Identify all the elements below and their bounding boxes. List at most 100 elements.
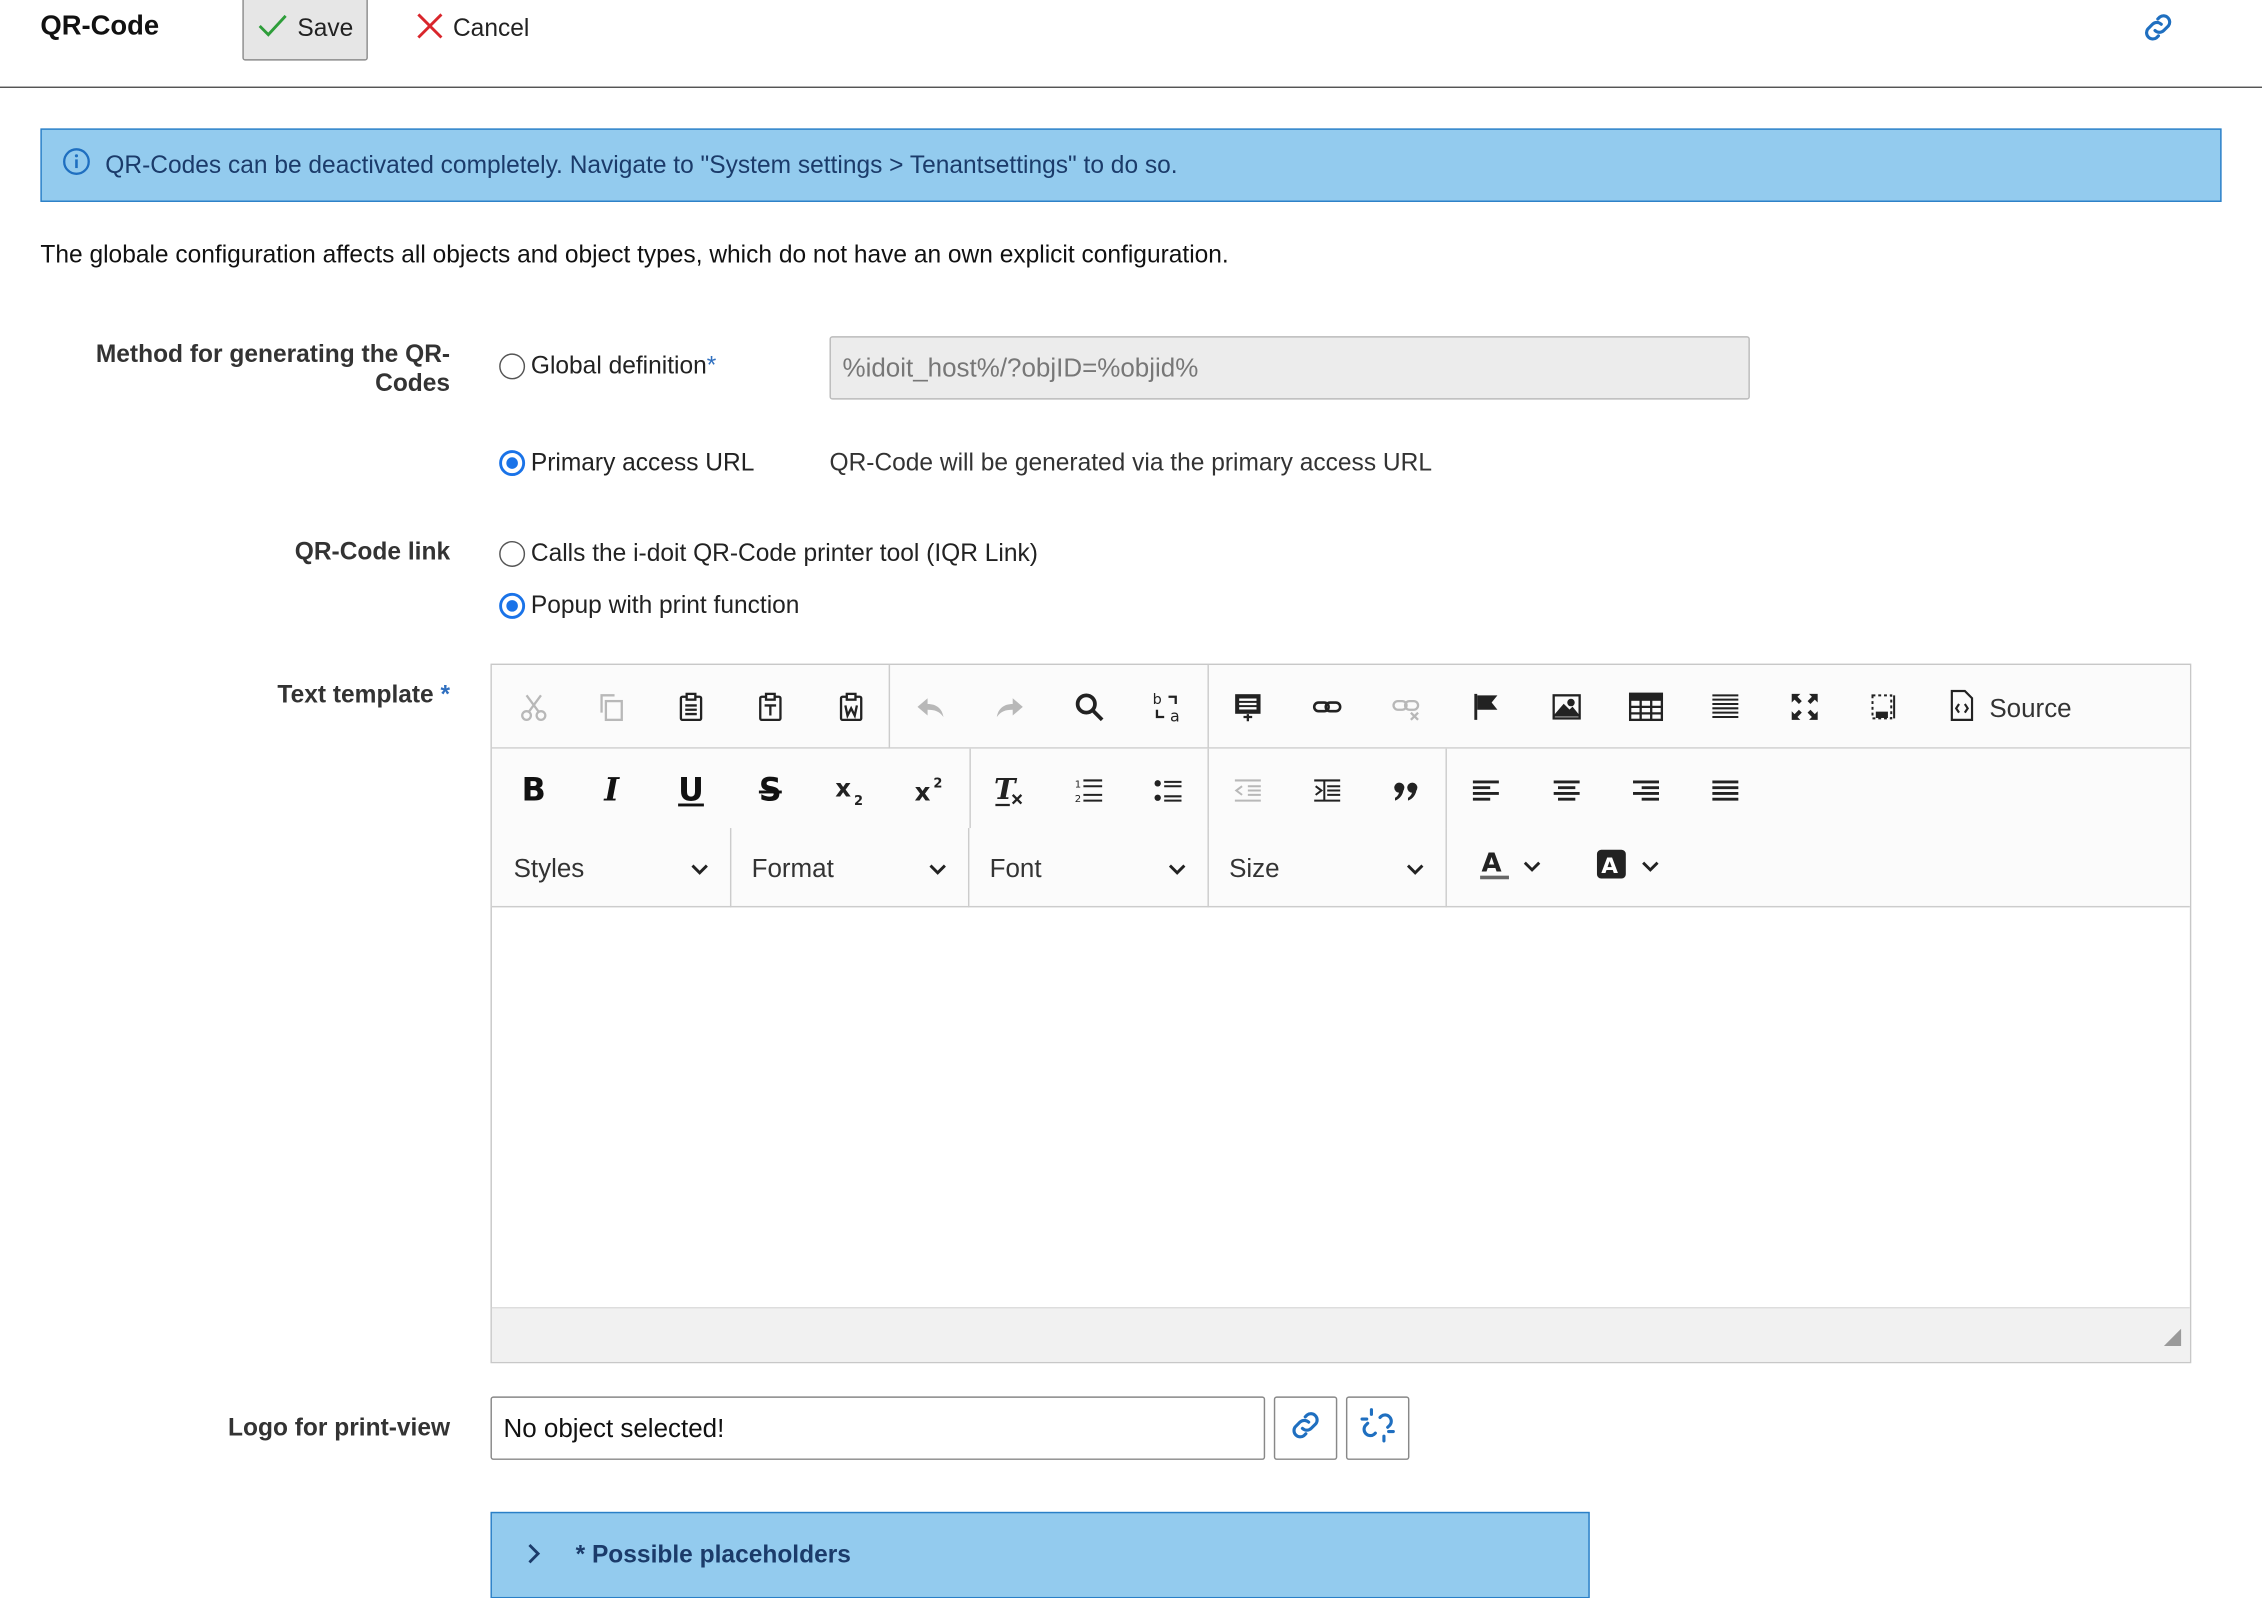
intro-text: The globale configuration affects all ob… bbox=[40, 240, 1229, 269]
font-dropdown[interactable]: Font bbox=[968, 828, 1207, 909]
possible-placeholders-panel[interactable]: * Possible placeholders bbox=[490, 1511, 1590, 1598]
format-dropdown[interactable]: Format bbox=[730, 828, 968, 909]
editor-toolbar-row1: ba Source bbox=[491, 665, 2190, 749]
align-left-icon[interactable] bbox=[1457, 762, 1515, 820]
possible-placeholders-label: * Possible placeholders bbox=[575, 1540, 851, 1569]
indent-icon[interactable] bbox=[1298, 762, 1356, 820]
copy-icon[interactable] bbox=[583, 678, 641, 736]
cancel-button[interactable]: Cancel bbox=[415, 12, 529, 47]
background-color-button[interactable]: A bbox=[1584, 838, 1671, 896]
text-color-button[interactable]: A bbox=[1466, 838, 1553, 896]
link-icon[interactable] bbox=[1298, 678, 1356, 736]
chevron-right-icon bbox=[527, 1542, 541, 1572]
radio-iqr[interactable] bbox=[499, 540, 526, 567]
primary-access-url-radio[interactable]: Primary access URL bbox=[499, 449, 754, 478]
logo-label: Logo for print-view bbox=[228, 1413, 451, 1442]
popup-print-label: Popup with print function bbox=[530, 591, 800, 619]
italic-icon[interactable]: I bbox=[583, 762, 641, 820]
logo-object-field[interactable]: No object selected! bbox=[490, 1396, 1266, 1460]
show-blocks-icon[interactable] bbox=[1855, 678, 1913, 736]
popup-print-radio[interactable]: Popup with print function bbox=[499, 591, 799, 620]
outdent-icon[interactable] bbox=[1219, 762, 1277, 820]
iqr-link-label: Calls the i-doit QR-Code printer tool (I… bbox=[530, 539, 1038, 567]
undo-icon[interactable] bbox=[902, 678, 960, 736]
radio-global[interactable] bbox=[499, 353, 526, 380]
iqr-link-radio[interactable]: Calls the i-doit QR-Code printer tool (I… bbox=[499, 540, 1038, 569]
source-button[interactable]: Source bbox=[1949, 689, 2072, 729]
save-button[interactable]: Save bbox=[242, 0, 368, 61]
text-color-icon: A bbox=[1477, 846, 1512, 888]
size-dropdown[interactable]: Size bbox=[1207, 828, 1445, 909]
paste-icon[interactable] bbox=[662, 678, 720, 736]
method-label: Method for generating the QR- Codes bbox=[96, 340, 450, 398]
form-icon[interactable] bbox=[1219, 678, 1277, 736]
detach-object-button[interactable] bbox=[1345, 1396, 1410, 1460]
chevron-down-icon bbox=[690, 853, 710, 883]
radio-popup[interactable] bbox=[499, 592, 526, 619]
close-icon bbox=[415, 11, 444, 47]
strikethrough-icon[interactable]: S bbox=[741, 762, 799, 820]
format-label: Format bbox=[751, 853, 834, 883]
chevron-down-icon bbox=[928, 853, 948, 883]
justify-icon[interactable] bbox=[1696, 762, 1754, 820]
radio-primary[interactable] bbox=[499, 450, 526, 477]
svg-text:x: x bbox=[835, 775, 851, 803]
method-label-line2: Codes bbox=[375, 369, 451, 397]
horizontal-line-icon[interactable] bbox=[1696, 678, 1754, 736]
numbered-list-icon[interactable]: 12 bbox=[1060, 762, 1118, 820]
chevron-down-icon bbox=[1523, 854, 1541, 880]
qr-link-label: QR-Code link bbox=[294, 538, 451, 566]
primary-url-hint: QR-Code will be generated via the primar… bbox=[829, 448, 1432, 477]
global-definition-input[interactable]: %idoit_host%/?objID=%objid% bbox=[829, 336, 1750, 400]
underline-icon[interactable]: U bbox=[662, 762, 720, 820]
svg-text:2: 2 bbox=[854, 794, 863, 806]
paste-text-icon[interactable] bbox=[741, 678, 799, 736]
flag-icon[interactable] bbox=[1457, 678, 1515, 736]
primary-access-url-label: Primary access URL bbox=[530, 448, 755, 477]
size-label: Size bbox=[1229, 853, 1280, 883]
global-definition-radio[interactable]: Global definition * bbox=[499, 352, 716, 381]
superscript-icon[interactable]: x2 bbox=[902, 762, 960, 820]
global-definition-label: Global definition bbox=[530, 351, 707, 380]
cancel-label: Cancel bbox=[452, 14, 530, 42]
maximize-icon[interactable] bbox=[1776, 678, 1834, 736]
text-template-label: Text template * bbox=[277, 681, 450, 710]
blockquote-icon[interactable] bbox=[1378, 762, 1436, 820]
text-template-label-text: Text template bbox=[277, 680, 434, 709]
info-icon bbox=[62, 147, 91, 183]
background-color-icon: A bbox=[1596, 848, 1628, 887]
link-icon[interactable] bbox=[2139, 9, 2177, 54]
page-title: QR-Code bbox=[40, 11, 160, 42]
paste-word-icon[interactable] bbox=[822, 678, 880, 736]
styles-dropdown[interactable]: Styles bbox=[492, 828, 730, 909]
replace-icon[interactable]: ba bbox=[1140, 678, 1198, 736]
editor-content-area[interactable] bbox=[492, 909, 2190, 1309]
remove-format-icon[interactable]: T bbox=[981, 762, 1039, 820]
subscript-icon[interactable]: x2 bbox=[822, 762, 880, 820]
resize-handle-icon[interactable] bbox=[2163, 1327, 2182, 1353]
image-icon[interactable] bbox=[1538, 678, 1596, 736]
bulleted-list-icon[interactable] bbox=[1140, 762, 1198, 820]
font-label: Font bbox=[989, 853, 1042, 883]
svg-text:2: 2 bbox=[1075, 794, 1081, 805]
table-icon[interactable] bbox=[1617, 678, 1675, 736]
chevron-down-icon bbox=[1167, 853, 1187, 883]
check-icon bbox=[257, 12, 289, 45]
cut-icon[interactable] bbox=[505, 678, 563, 736]
redo-icon[interactable] bbox=[981, 678, 1039, 736]
unlink-icon bbox=[1359, 1406, 1397, 1451]
save-label: Save bbox=[297, 14, 354, 42]
styles-label: Styles bbox=[513, 853, 585, 883]
search-icon[interactable] bbox=[1060, 678, 1118, 736]
attach-object-button[interactable] bbox=[1273, 1396, 1338, 1460]
unlink-icon[interactable] bbox=[1378, 678, 1436, 736]
editor-status-bar bbox=[491, 1306, 2190, 1362]
align-right-icon[interactable] bbox=[1617, 762, 1675, 820]
bold-icon[interactable]: B bbox=[505, 762, 563, 820]
svg-text:1: 1 bbox=[1075, 780, 1081, 791]
align-center-icon[interactable] bbox=[1538, 762, 1596, 820]
chevron-down-icon bbox=[1642, 854, 1659, 880]
svg-text:A: A bbox=[1601, 853, 1618, 878]
rich-text-editor: ba Source B I U S x 2 x 2 T 1 2 Styles F… bbox=[490, 663, 2192, 1364]
header-bar: QR-Code Save Cancel bbox=[0, 0, 2262, 88]
